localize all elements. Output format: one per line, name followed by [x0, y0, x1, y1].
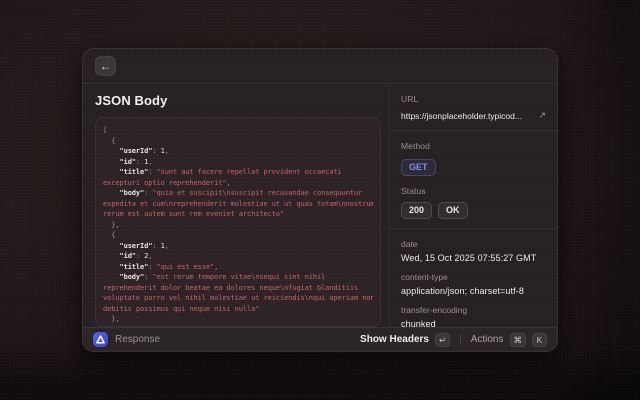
response-details-panel: URL https://jsonplaceholder.typicod... ↗… [389, 84, 557, 327]
header-name: content-type [401, 272, 546, 282]
back-button[interactable]: ← [95, 56, 116, 76]
app-logo-icon [93, 332, 108, 347]
json-body-viewer[interactable]: [ { "userId": 1, "id": 1, "title": "sunt… [95, 117, 381, 327]
header-row-date: date Wed, 15 Oct 2025 07:55:27 GMT [401, 239, 546, 263]
window-body: JSON Body [ { "userId": 1, "id": 1, "tit… [83, 84, 557, 327]
panel-title: Response [115, 334, 160, 345]
status-code-badge: 200 [401, 202, 432, 219]
window-header: ← [83, 49, 557, 84]
header-name: date [401, 239, 546, 249]
url-value: https://jsonplaceholder.typicod... [401, 111, 532, 121]
url-section: URL https://jsonplaceholder.typicod... ↗ [390, 84, 557, 131]
actions-button[interactable]: Actions ⌘ K [471, 333, 547, 347]
page-title: JSON Body [95, 93, 379, 108]
header-name: transfer-encoding [401, 305, 546, 315]
header-value: application/json; charset=utf-8 [401, 286, 546, 296]
url-link[interactable]: https://jsonplaceholder.typicod... ↗ [401, 110, 546, 121]
footer-divider: | [457, 334, 464, 345]
desktop-background: ← JSON Body [ { "userId": 1, "id": 1, "t… [0, 0, 640, 400]
window-footer: Response Show Headers ↵ | Actions ⌘ K [83, 327, 557, 351]
method-label: Method [401, 141, 546, 151]
external-link-icon: ↗ [538, 110, 546, 121]
headers-section: date Wed, 15 Oct 2025 07:55:27 GMT conte… [390, 229, 557, 338]
show-headers-button[interactable]: Show Headers ↵ [360, 333, 450, 347]
k-key-icon: K [532, 333, 547, 347]
method-status-section: Method GET Status 200 OK [390, 131, 557, 229]
back-arrow-icon: ← [100, 59, 112, 73]
url-label: URL [401, 94, 546, 104]
header-value: Wed, 15 Oct 2025 07:55:27 GMT [401, 253, 546, 263]
status-label: Status [401, 186, 546, 196]
command-key-icon: ⌘ [510, 333, 527, 347]
json-code: [ { "userId": 1, "id": 1, "title": "sunt… [103, 125, 373, 327]
enter-key-icon: ↵ [435, 333, 450, 347]
method-badge: GET [401, 159, 436, 176]
status-text-badge: OK [438, 202, 468, 219]
header-row-transfer-encoding: transfer-encoding chunked [401, 305, 546, 329]
header-row-content-type: content-type application/json; charset=u… [401, 272, 546, 296]
response-window: ← JSON Body [ { "userId": 1, "id": 1, "t… [82, 48, 558, 352]
main-pane: JSON Body [ { "userId": 1, "id": 1, "tit… [83, 84, 389, 327]
